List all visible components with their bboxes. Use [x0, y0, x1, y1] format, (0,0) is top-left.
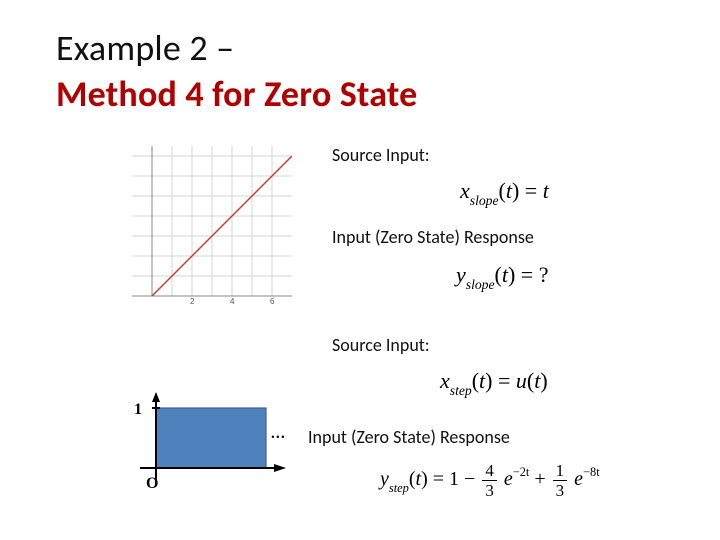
source-input-label-2: Source Input:: [332, 334, 430, 356]
ellipsis: …: [271, 420, 285, 444]
response-label-1: Input (Zero State) Response: [332, 226, 534, 248]
equation-x-slope: xslope(t) = t: [460, 178, 549, 207]
equation-y-step: ystep(t) = 1 − 43 e−2t + 13 e−8t: [380, 462, 600, 499]
slope-graph: 2 4 6: [132, 146, 292, 306]
source-input-label-1: Source Input:: [332, 144, 430, 166]
equation-x-step: xstep(t) = u(t): [440, 368, 548, 397]
tick-label: 2: [190, 297, 195, 306]
step-graph: 1 O: [120, 392, 288, 492]
title-line-1: Example 2 –: [56, 26, 417, 70]
equation-y-slope: yslope(t) = ?: [456, 262, 548, 291]
title-line-2: Method 4 for Zero State: [56, 72, 417, 116]
tick-label: 4: [230, 297, 235, 306]
response-label-2: Input (Zero State) Response: [308, 426, 510, 448]
tick-label: 6: [270, 297, 275, 306]
slide-title: Example 2 – Method 4 for Zero State: [56, 26, 417, 116]
origin-label: O: [146, 475, 158, 492]
y-tick-1: 1: [134, 401, 142, 418]
